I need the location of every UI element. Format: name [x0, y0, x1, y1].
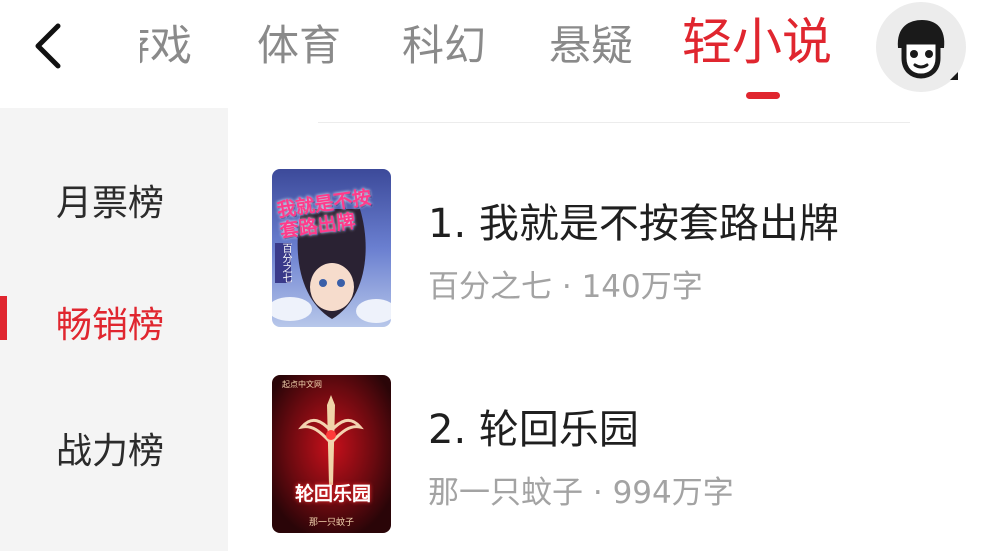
tab-scifi[interactable]: 科幻 [402, 18, 486, 74]
cover-title-text: 轮回乐园 [294, 483, 371, 505]
book-word-count: 140万字 [581, 269, 703, 305]
book-author: 百分之七 [428, 269, 552, 305]
back-button[interactable] [22, 18, 78, 74]
book-title: 1. 我就是不按套路出牌 [428, 201, 839, 247]
sidebar-item-bestseller[interactable]: 畅销榜 [56, 296, 164, 348]
book-cover[interactable]: 我就是不按套路出牌 百分之七 [272, 169, 391, 327]
profile-avatar-button[interactable] [876, 2, 966, 92]
sidebar-active-indicator [0, 296, 7, 340]
cover-publisher-text: 起点中文网 [282, 380, 322, 389]
top-bar: 游戏 体育 科幻 悬疑 轻小说 [0, 0, 1000, 108]
book-word-count: 994万字 [612, 475, 734, 511]
book-meta: 那一只蚊子 · 994万字 [428, 467, 734, 512]
cover-author-text: 那一只蚊子 [308, 518, 354, 528]
tab-games[interactable]: 游戏 [140, 18, 192, 74]
sidebar-item-power[interactable]: 战力榜 [56, 422, 164, 474]
ranking-sidebar: 月票榜 畅销榜 战力榜 [0, 108, 228, 551]
book-cover-art-2 [272, 375, 391, 533]
book-title: 2. 轮回乐园 [428, 407, 639, 453]
sidebar-item-monthly-ticket[interactable]: 月票榜 [56, 174, 164, 226]
book-author: 那一只蚊子 [428, 475, 583, 511]
active-tab-indicator [746, 92, 780, 99]
avatar-face-icon [897, 20, 958, 80]
book-list-item[interactable]: 轮回乐园 起点中文网 那一只蚊子 2. 轮回乐园 那一只蚊子 · 994万字 [272, 375, 972, 535]
cover-author-text: 百分之七 [275, 243, 291, 283]
book-cover[interactable]: 轮回乐园 起点中文网 那一只蚊子 [272, 375, 391, 533]
meta-separator: · [561, 269, 572, 305]
tab-light-novel[interactable]: 轻小说 [682, 14, 832, 70]
book-meta: 百分之七 · 140万字 [428, 261, 703, 306]
book-list-item[interactable]: 我就是不按套路出牌 百分之七 1. 我就是不按套路出牌 百分之七 · 140万字 [272, 169, 972, 329]
tab-sports[interactable]: 体育 [257, 18, 341, 74]
meta-separator: · [592, 475, 603, 511]
chevron-left-icon [35, 23, 61, 69]
header-divider [318, 122, 910, 123]
tab-mystery[interactable]: 悬疑 [549, 18, 633, 74]
